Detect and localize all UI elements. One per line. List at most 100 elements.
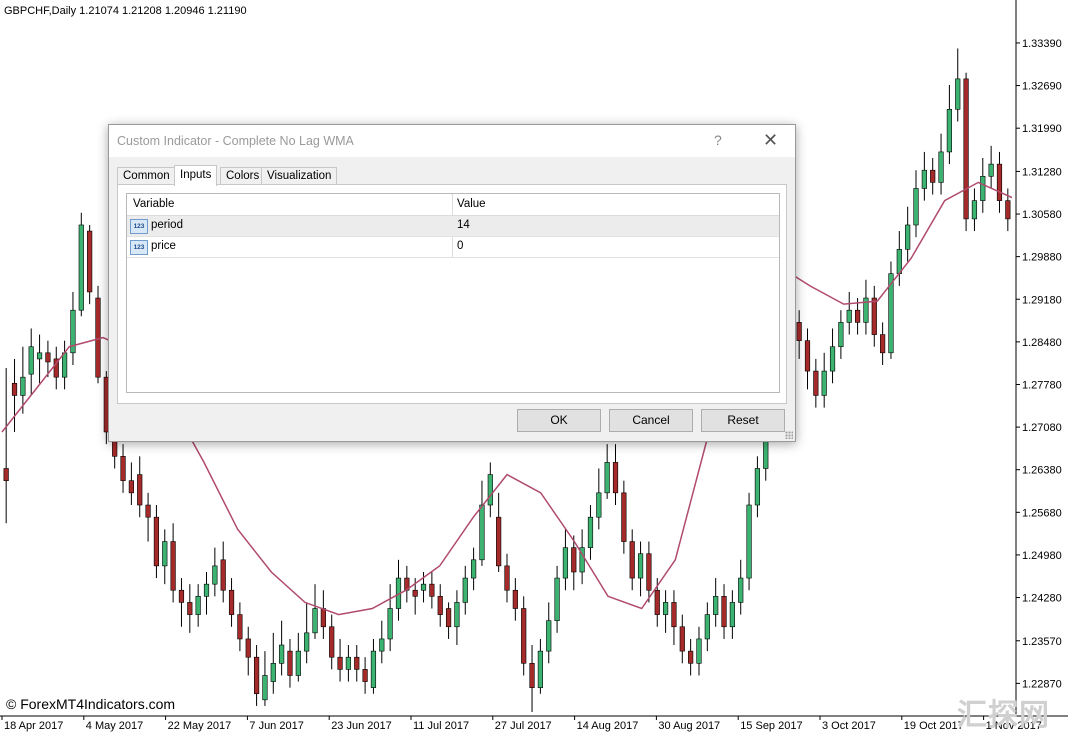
bull-candle (387, 608, 393, 640)
date-tick-label: 27 Jul 2017 (495, 720, 552, 732)
bear-candle (178, 589, 185, 603)
bull-candle (78, 224, 84, 311)
bull-candle (28, 346, 34, 375)
bull-candle (905, 224, 911, 250)
bear-candle (320, 608, 326, 628)
bull-candle (587, 516, 594, 548)
table-row[interactable]: 123 period 14 (127, 216, 779, 237)
chart-header: GBPCHF,Daily 1.21074 1.21208 1.20946 1.2… (4, 5, 247, 17)
bull-candle (988, 163, 994, 177)
bear-candle (521, 608, 527, 664)
bull-candle (420, 583, 427, 591)
date-tick-label: 22 May 2017 (168, 720, 232, 732)
bear-candle (804, 340, 811, 372)
bear-candle (688, 650, 694, 664)
table-row[interactable]: 123 price 0 (127, 237, 779, 258)
price-tick-label: 1.29180 (1022, 294, 1062, 306)
bull-candle (921, 169, 927, 189)
bear-candle (220, 559, 226, 591)
bear-candle (571, 547, 577, 573)
price-tick-label: 1.28480 (1022, 337, 1062, 349)
bull-candle (379, 638, 385, 652)
bull-candle (454, 602, 460, 628)
bear-candle (996, 163, 1003, 201)
price-tick-label: 1.32690 (1022, 81, 1062, 93)
bull-candle (370, 650, 377, 688)
help-icon[interactable]: ? (714, 132, 722, 148)
corner-watermark: 汇探网 (957, 698, 1050, 733)
variable-value[interactable]: 0 (457, 240, 463, 252)
integer-icon: 123 (130, 240, 148, 255)
tab-inputs[interactable]: Inputs (174, 165, 218, 186)
bear-candle (671, 602, 677, 628)
bull-candle (746, 504, 752, 579)
bear-candle (3, 468, 9, 481)
reset-button[interactable]: Reset (701, 409, 785, 432)
inputs-panel: Variable Value 123 period 14 123 price 0 (117, 184, 787, 404)
bear-candle (237, 614, 243, 640)
bull-candle (955, 78, 961, 110)
bear-candle (362, 669, 368, 682)
price-tick-label: 1.27080 (1022, 422, 1062, 434)
bull-candle (662, 602, 669, 615)
cancel-button[interactable]: Cancel (609, 409, 693, 432)
ok-button[interactable]: OK (517, 409, 601, 432)
resize-grip-icon[interactable] (785, 431, 793, 439)
integer-icon: 123 (130, 219, 148, 234)
bear-candle (629, 541, 635, 579)
tab-visualization[interactable]: Visualization (261, 167, 338, 185)
bear-candle (137, 474, 143, 506)
dialog-titlebar[interactable]: Custom Indicator - Complete No Lag WMA ?… (109, 125, 795, 157)
bear-candle (654, 589, 660, 615)
date-tick-label: 30 Aug 2017 (658, 720, 720, 732)
bear-candle (963, 78, 969, 220)
tab-common[interactable]: Common (117, 167, 176, 185)
price-tick-label: 1.29880 (1022, 252, 1062, 264)
bull-candle (971, 200, 978, 220)
bull-candle (596, 492, 602, 518)
bear-candle (170, 541, 176, 591)
bear-candle (1005, 200, 1011, 220)
close-icon[interactable]: ✕ (763, 130, 778, 151)
tab-colors[interactable]: Colors (220, 167, 266, 185)
bull-candle (546, 620, 552, 652)
bear-candle (128, 480, 134, 494)
variable-value[interactable]: 14 (457, 219, 470, 231)
price-tick-label: 1.24280 (1022, 593, 1062, 605)
bull-candle (821, 370, 827, 396)
date-tick-label: 19 Oct 2017 (904, 720, 964, 732)
header-value[interactable]: Value (457, 198, 486, 210)
bull-candle (262, 675, 268, 701)
bear-candle (429, 583, 435, 597)
bear-candle (504, 565, 510, 591)
bull-candle (312, 608, 318, 634)
price-tick-label: 1.23570 (1022, 636, 1062, 648)
date-tick-label: 23 Jun 2017 (331, 720, 392, 732)
date-tick-label: 7 Jun 2017 (249, 720, 303, 732)
bear-candle (11, 382, 18, 396)
bull-candle (980, 175, 986, 201)
bull-candle (279, 644, 285, 664)
bull-candle (487, 474, 493, 506)
bear-candle (412, 589, 418, 597)
bear-candle (880, 334, 886, 354)
date-tick-label: 15 Sep 2017 (740, 720, 802, 732)
bull-candle (913, 188, 919, 226)
bear-candle (854, 309, 861, 323)
bull-candle (704, 614, 710, 640)
header-variable[interactable]: Variable (133, 198, 174, 210)
bear-candle (354, 656, 360, 670)
bear-candle (721, 596, 727, 628)
bear-candle (329, 626, 335, 658)
date-tick-label: 18 Apr 2017 (4, 720, 63, 732)
bull-candle (212, 565, 218, 585)
bear-candle (228, 589, 235, 615)
price-tick-label: 1.22870 (1022, 678, 1062, 690)
bull-candle (195, 596, 201, 615)
bull-candle (295, 650, 301, 676)
date-tick-label: 11 Jul 2017 (413, 720, 469, 732)
bull-candle (754, 468, 761, 506)
variable-name: price (151, 240, 176, 252)
date-tick-label: 4 May 2017 (86, 720, 143, 732)
custom-indicator-dialog: Custom Indicator - Complete No Lag WMA ?… (108, 124, 796, 442)
